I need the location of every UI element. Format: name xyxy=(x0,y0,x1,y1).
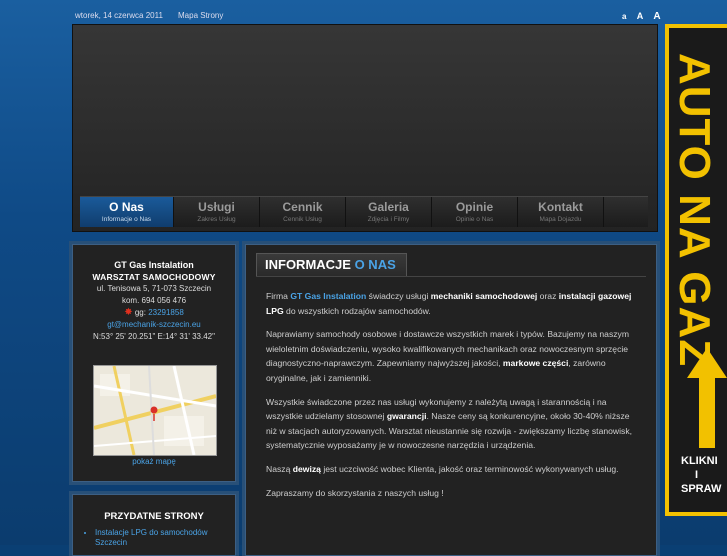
font-small-button[interactable]: a xyxy=(622,12,630,21)
sitemap-link[interactable]: Mapa Strony xyxy=(178,11,223,20)
useful-links-title: PRZYDATNE STRONY xyxy=(104,511,204,522)
useful-links-panel: PRZYDATNE STRONY Instalacje LPG do samoc… xyxy=(72,494,236,556)
nav-subtitle: Cennik Usług xyxy=(283,216,322,223)
font-medium-button[interactable]: A xyxy=(637,11,648,21)
gps-coordinates: N:53° 25' 20.251" E:14° 31' 33.42" xyxy=(93,332,215,341)
location-map-image[interactable] xyxy=(93,365,217,456)
useful-links-list: Instalacje LPG do samochodów Szczecin xyxy=(73,528,235,548)
page-title: INFORMACJE O NAS xyxy=(256,253,407,277)
paragraph-intro: Firma GT Gas Instalation świadczy usługi… xyxy=(266,291,632,316)
nav-subtitle: Informacje o Nas xyxy=(101,216,152,223)
current-date: wtorek, 14 czerwca 2011 xyxy=(75,11,163,20)
lpg-ad-banner[interactable]: AUTO NA GAZ KLIKNI I SPRAW xyxy=(665,24,727,516)
nav-title: Kontakt xyxy=(538,200,583,214)
title-divider xyxy=(256,276,646,277)
nav-item-opinie[interactable]: Opinie Opinie o Nas xyxy=(432,197,518,227)
paragraph-warranty: Wszystkie świadczone przez nas usługi wy… xyxy=(266,396,633,451)
show-map-link[interactable]: pokaż mapę xyxy=(73,457,235,466)
nav-item-kontakt[interactable]: Kontakt Mapa Dojazdu xyxy=(518,197,604,227)
font-size-controls: a A A xyxy=(622,11,665,22)
banner-cta: KLIKNI I SPRAW xyxy=(681,455,722,495)
workshop-label: WARSZTAT SAMOCHODOWY xyxy=(92,272,216,282)
banner-vertical-text: AUTO NA GAZ xyxy=(670,53,719,368)
nav-item-uslugi[interactable]: Usługi Zakres Usług xyxy=(174,197,260,227)
phone: kom. 694 056 476 xyxy=(121,296,187,305)
nav-subtitle: Zakres Usług xyxy=(197,216,236,223)
nav-item-cennik[interactable]: Cennik Cennik Usług xyxy=(260,197,346,227)
page-title-part2: O NAS xyxy=(354,257,396,272)
nav-end-cap xyxy=(604,197,623,227)
gg-icon: ✸ xyxy=(124,307,133,318)
nav-subtitle: Zdjęcia i Filmy xyxy=(367,216,410,223)
main-navigation: O Nas Informacje o Nas Usługi Zakres Usł… xyxy=(80,196,648,227)
useful-link[interactable]: Instalacje LPG do samochodów Szczecin xyxy=(95,528,235,548)
gg-number-link[interactable]: 23291858 xyxy=(148,308,184,317)
paragraph-services: Naprawiamy samochody osobowe i dostawcze… xyxy=(266,329,629,383)
nav-subtitle: Mapa Dojazdu xyxy=(539,216,582,223)
nav-title: Cennik xyxy=(282,200,323,214)
top-bar: wtorek, 14 czerwca 2011 Mapa Strony a A … xyxy=(0,0,727,24)
paragraph-motto: Naszą dewizą jest uczciwość wobec Klient… xyxy=(266,463,619,474)
about-text: Firma GT Gas Instalation świadczy usługi… xyxy=(266,289,638,509)
gg-label: gg: xyxy=(134,308,146,317)
nav-subtitle: Opinie o Nas xyxy=(455,216,494,223)
company-name: GT Gas Instalation xyxy=(114,260,194,270)
main-content-panel: INFORMACJE O NAS Firma GT Gas Instalatio… xyxy=(245,244,657,556)
nav-item-galeria[interactable]: Galeria Zdjęcia i Filmy xyxy=(346,197,432,227)
nav-title: Galeria xyxy=(368,200,409,214)
address: ul. Tenisowa 5, 71-073 Szczecin xyxy=(96,284,212,293)
email-link[interactable]: gt@mechanik-szczecin.eu xyxy=(77,319,231,331)
gg-line: ✸ gg: 23291858 xyxy=(77,307,231,319)
page-title-part1: INFORMACJE xyxy=(265,257,351,272)
font-large-button[interactable]: A xyxy=(653,11,664,22)
arrow-up-icon xyxy=(687,348,727,453)
nav-item-o-nas[interactable]: O Nas Informacje o Nas xyxy=(80,197,174,227)
paragraph-invite: Zapraszamy do skorzystania z naszych usł… xyxy=(266,487,444,498)
nav-title: Usługi xyxy=(198,200,235,214)
nav-title: Opinie xyxy=(455,200,494,214)
contact-panel: GT Gas Instalation WARSZTAT SAMOCHODOWY … xyxy=(72,244,236,482)
nav-title: O Nas xyxy=(109,200,144,214)
